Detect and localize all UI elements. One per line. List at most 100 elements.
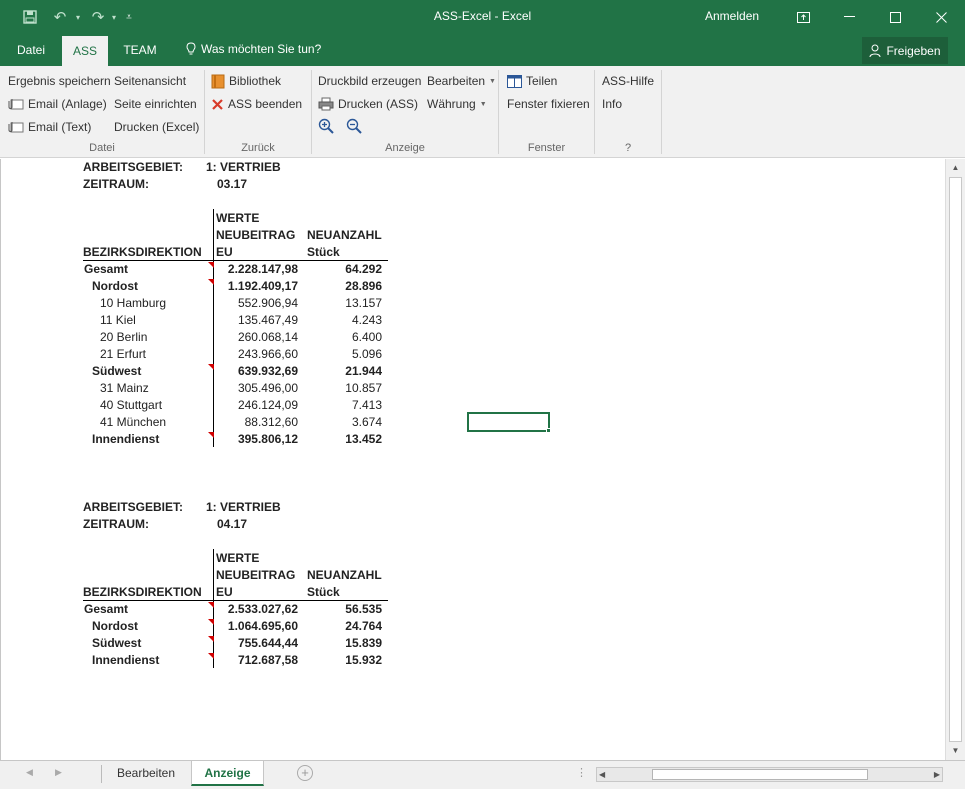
tab-ass[interactable]: ASS: [62, 36, 108, 66]
row-value-stueck: 13.452: [345, 432, 382, 446]
row-label: Nordost: [92, 619, 138, 633]
tab-divider: [101, 765, 102, 783]
save-icon[interactable]: [18, 0, 42, 34]
print-excel-button[interactable]: Drucken (Excel): [114, 118, 199, 136]
sheet-tab-bar: ◀ ▶ Bearbeiten Anzeige + ⋮ ◀ ▶: [0, 760, 965, 789]
print-ass-button[interactable]: Drucken (ASS): [318, 95, 418, 113]
vertical-scrollbar[interactable]: ▲ ▼: [945, 159, 965, 760]
paperclip-envelope-icon: [8, 99, 24, 110]
ribbon: Ergebnis speichern Email (Anlage) Email …: [0, 66, 965, 158]
customize-quick-access-icon[interactable]: ⩡: [122, 0, 136, 34]
comment-indicator-icon[interactable]: [208, 432, 214, 438]
minimize-icon[interactable]: [826, 0, 872, 34]
scroll-down-icon[interactable]: ▼: [949, 744, 962, 758]
scroll-up-icon[interactable]: ▲: [949, 161, 962, 175]
column-divider: [213, 549, 214, 668]
row-label: 10 Hamburg: [100, 296, 167, 310]
paperclip-envelope-icon: [8, 122, 24, 133]
ass-help-button[interactable]: ASS-Hilfe: [602, 72, 654, 90]
row-value-eu: 395.806,12: [237, 432, 298, 446]
split-button[interactable]: Teilen: [507, 72, 557, 90]
sign-in-link[interactable]: Anmelden: [705, 9, 759, 23]
freeze-panes-button[interactable]: Fenster fixieren: [507, 95, 590, 113]
share-button[interactable]: Freigeben: [862, 37, 948, 64]
page-setup-label: Seite einrichten: [114, 97, 197, 111]
arbeitsgebiet-value: 1: VERTRIEB: [206, 160, 281, 174]
page-preview-button[interactable]: Seitenansicht: [114, 72, 186, 90]
horizontal-scrollbar[interactable]: ◀ ▶: [596, 767, 943, 782]
comment-indicator-icon[interactable]: [208, 636, 214, 642]
comment-indicator-icon[interactable]: [208, 619, 214, 625]
ribbon-separator: [661, 70, 662, 154]
comment-indicator-icon[interactable]: [208, 602, 214, 608]
maximize-icon[interactable]: [872, 0, 918, 34]
zoom-out-icon: [346, 118, 362, 134]
undo-dropdown-icon[interactable]: ▾: [72, 0, 84, 34]
tab-file[interactable]: Datei: [6, 34, 56, 66]
email-text-label: Email (Text): [28, 120, 92, 134]
email-attachment-button[interactable]: Email (Anlage): [8, 95, 107, 113]
exit-ass-button[interactable]: ASS beenden: [211, 95, 302, 113]
close-icon[interactable]: [918, 0, 964, 34]
row-value-stueck: 5.096: [351, 347, 382, 361]
page-preview-label: Seitenansicht: [114, 74, 187, 88]
edit-dropdown[interactable]: Bearbeiten ▼: [427, 72, 496, 90]
row-value-stueck: 24.764: [345, 619, 382, 633]
tab-team[interactable]: TEAM: [114, 34, 166, 66]
tell-me-search[interactable]: Was möchten Sie tun?: [186, 42, 321, 56]
sheet-tab-bearbeiten[interactable]: Bearbeiten: [104, 761, 188, 786]
sheet-nav-next-icon[interactable]: ▶: [55, 767, 62, 778]
row-label: 21 Erfurt: [100, 347, 147, 361]
book-icon: [211, 74, 225, 88]
sheet-tab-anzeige[interactable]: Anzeige: [191, 761, 264, 786]
title-bar: ↶ ▾ ↷ ▾ ⩡ ASS-Excel - Excel Anmelden: [0, 0, 965, 34]
scroll-left-icon[interactable]: ◀: [599, 768, 605, 781]
currency-dropdown[interactable]: Währung ▼: [427, 95, 487, 113]
comment-indicator-icon[interactable]: [208, 279, 214, 285]
comment-indicator-icon[interactable]: [208, 262, 214, 268]
fill-handle[interactable]: [546, 428, 551, 433]
header-stueck: Stück: [307, 585, 340, 599]
info-label: Info: [602, 97, 623, 111]
worksheet-area[interactable]: ARBEITSGEBIET: 1: VERTRIEB ZEITRAUM: 03.…: [0, 159, 945, 760]
zoom-out-button[interactable]: [346, 117, 362, 135]
page-setup-button[interactable]: Seite einrichten: [114, 95, 197, 113]
generate-print-image-button[interactable]: Druckbild erzeugen: [318, 72, 421, 90]
header-eu: EU: [216, 245, 233, 259]
comment-indicator-icon[interactable]: [208, 653, 214, 659]
ribbon-display-options-icon[interactable]: [780, 0, 826, 34]
chevron-down-icon: ▼: [479, 100, 487, 108]
zoom-in-button[interactable]: [318, 117, 334, 135]
info-button[interactable]: Info: [602, 95, 622, 113]
redo-icon[interactable]: ↷: [86, 0, 110, 34]
save-result-button[interactable]: Ergebnis speichern: [8, 72, 111, 90]
row-value-stueck: 15.932: [345, 653, 382, 667]
red-x-icon: [212, 98, 223, 110]
row-value-eu: 552.906,94: [237, 296, 298, 310]
row-label: Südwest: [92, 364, 142, 378]
row-value-eu: 1.064.695,60: [227, 619, 298, 633]
row-value-eu: 135.467,49: [237, 313, 298, 327]
row-value-eu: 243.966,60: [237, 347, 298, 361]
split-handle-icon[interactable]: ⋮: [576, 766, 587, 779]
redo-dropdown-icon[interactable]: ▾: [108, 0, 120, 34]
row-value-eu: 305.496,00: [237, 381, 298, 395]
library-button[interactable]: Bibliothek: [211, 72, 281, 90]
row-value-eu: 2.228.147,98: [227, 262, 298, 276]
row-label: Gesamt: [84, 602, 129, 616]
group-label-datei: Datei: [89, 142, 115, 154]
horizontal-scroll-thumb[interactable]: [652, 769, 868, 780]
row-label: 11 Kiel: [100, 313, 136, 327]
vertical-scroll-thumb[interactable]: [949, 177, 962, 742]
email-text-button[interactable]: Email (Text): [8, 118, 91, 136]
row-label: 31 Mainz: [100, 381, 149, 395]
row-label: Innendienst: [92, 653, 160, 667]
comment-indicator-icon[interactable]: [208, 364, 214, 370]
add-sheet-icon[interactable]: +: [297, 765, 313, 781]
sheet-nav-prev-icon[interactable]: ◀: [26, 767, 33, 778]
undo-icon[interactable]: ↶: [48, 0, 72, 34]
row-value-stueck: 56.535: [345, 602, 382, 616]
row-value-stueck: 3.674: [351, 415, 382, 429]
selected-cell[interactable]: [467, 412, 550, 432]
scroll-right-icon[interactable]: ▶: [934, 768, 940, 781]
